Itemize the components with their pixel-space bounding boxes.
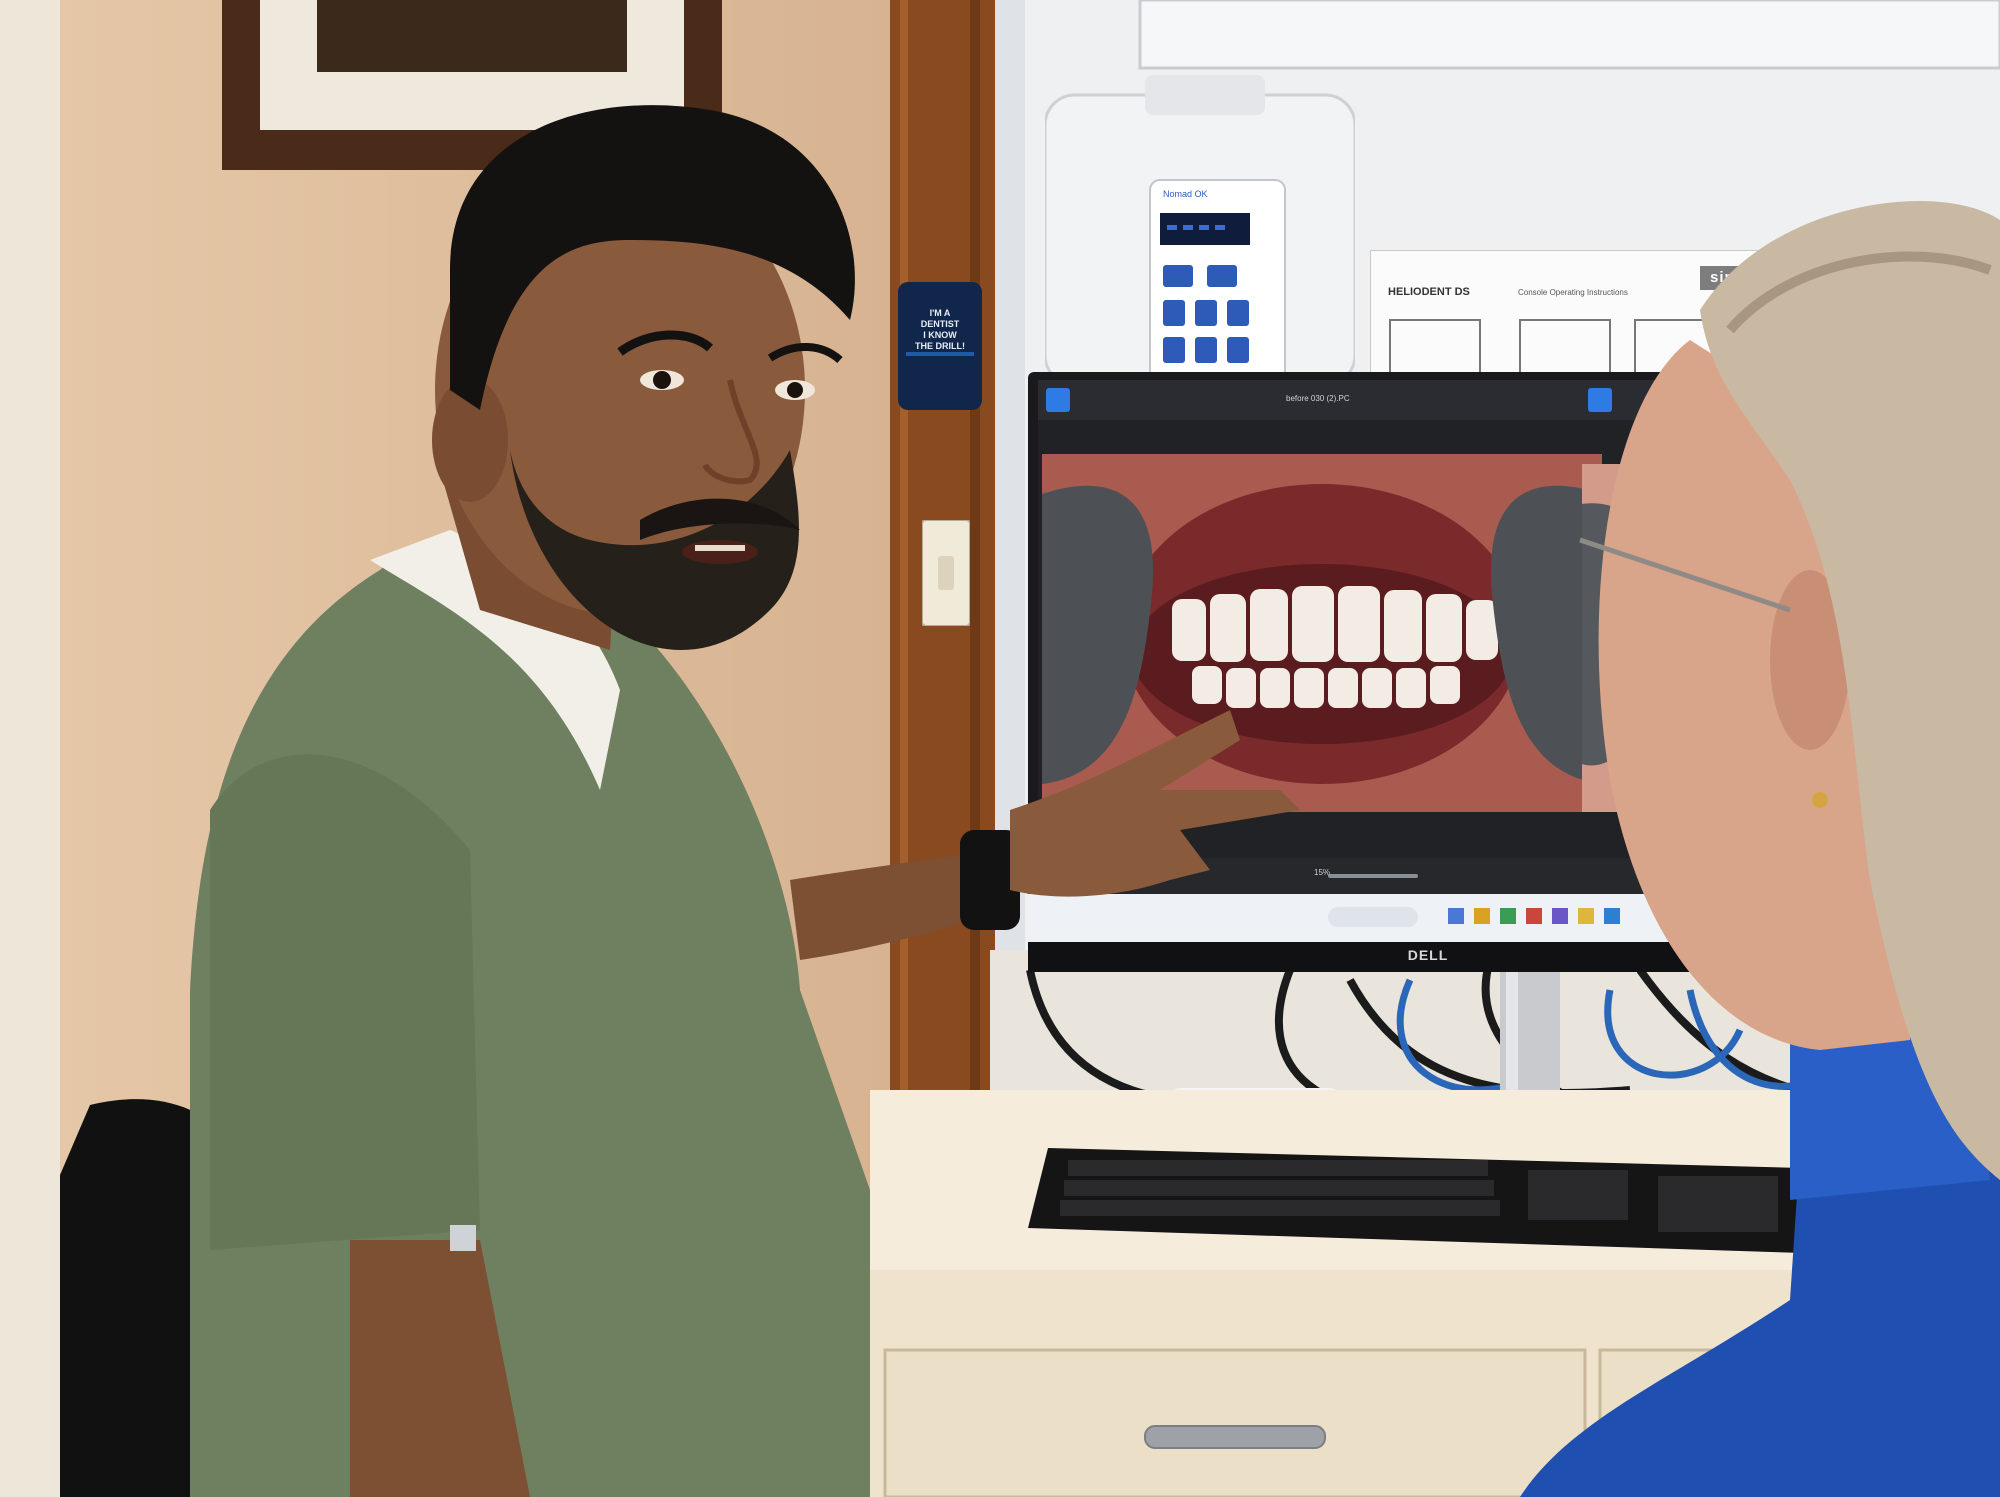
patient-figure [1490, 180, 2000, 1497]
foreground-blur-edge [0, 0, 60, 1497]
dentist-figure [150, 90, 1350, 1497]
poster-title: HELIODENT DS [1388, 286, 1470, 298]
